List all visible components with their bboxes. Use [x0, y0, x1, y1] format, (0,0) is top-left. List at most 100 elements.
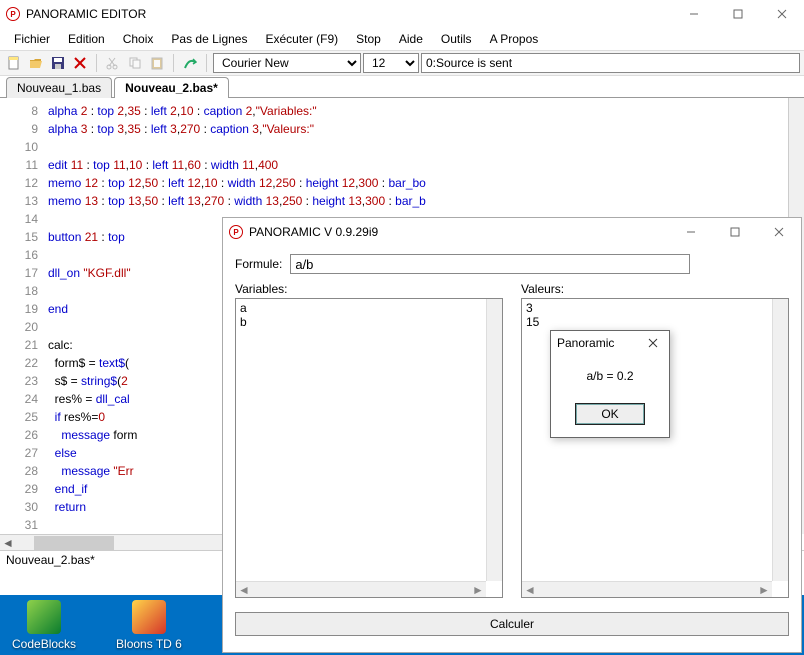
paste-icon[interactable] — [147, 53, 167, 73]
font-size-select[interactable]: 12 — [363, 53, 419, 73]
ok-button[interactable]: OK — [575, 403, 645, 425]
minimize-button[interactable] — [669, 218, 713, 246]
line-number: 8 — [0, 102, 48, 120]
editor-title: PANORAMIC EDITOR — [26, 7, 146, 21]
line-number: 20 — [0, 318, 48, 336]
new-file-icon[interactable] — [4, 53, 24, 73]
memo-line: b — [240, 315, 498, 329]
menubar: FichierEditionChoixPas de LignesExécuter… — [0, 28, 804, 50]
toolbar-separator — [173, 54, 174, 72]
scroll-thumb[interactable] — [34, 536, 114, 550]
menu-edition[interactable]: Edition — [60, 30, 113, 48]
desktop-icon-bloons-td-6[interactable]: Bloons TD 6 — [116, 600, 182, 651]
line-number: 14 — [0, 210, 48, 228]
desktop-icon-codeblocks[interactable]: CodeBlocks — [12, 600, 76, 651]
menu-ex-cuter-f9-[interactable]: Exécuter (F9) — [257, 30, 346, 48]
toolbar: Courier New 12 — [0, 50, 804, 76]
maximize-button[interactable] — [716, 0, 760, 28]
line-number: 11 — [0, 156, 48, 174]
horizontal-scrollbar[interactable]: ◄► — [236, 581, 486, 597]
line-number: 28 — [0, 462, 48, 480]
valeurs-label: Valeurs: — [521, 280, 789, 298]
memo-line: 3 — [526, 301, 784, 315]
line-number: 15 — [0, 228, 48, 246]
app-icon: P — [229, 225, 243, 239]
desktop-icon-label: CodeBlocks — [12, 637, 76, 651]
line-number: 30 — [0, 498, 48, 516]
runtime-titlebar: P PANORAMIC V 0.9.29i9 — [223, 218, 801, 246]
file-tabs: Nouveau_1.basNouveau_2.bas* — [0, 76, 804, 98]
menu-outils[interactable]: Outils — [433, 30, 480, 48]
runtime-window: P PANORAMIC V 0.9.29i9 Formule: Variable… — [222, 217, 802, 653]
app-icon — [27, 600, 61, 634]
vertical-scrollbar[interactable] — [772, 299, 788, 581]
close-button[interactable] — [760, 0, 804, 28]
line-number: 18 — [0, 282, 48, 300]
line-number: 22 — [0, 354, 48, 372]
desktop-icon-label: Bloons TD 6 — [116, 637, 182, 651]
run-icon[interactable] — [180, 53, 200, 73]
line-number: 17 — [0, 264, 48, 282]
line-number: 10 — [0, 138, 48, 156]
line-number: 27 — [0, 444, 48, 462]
menu-aide[interactable]: Aide — [391, 30, 431, 48]
app-icon — [132, 600, 166, 634]
memo-line: 15 — [526, 315, 784, 329]
code-line[interactable] — [48, 138, 804, 156]
horizontal-scrollbar[interactable]: ◄► — [522, 581, 772, 597]
editor-titlebar: P PANORAMIC EDITOR — [0, 0, 804, 28]
tab-nouveau-1-bas[interactable]: Nouveau_1.bas — [6, 77, 112, 98]
scroll-left-icon[interactable]: ◄ — [522, 582, 538, 598]
line-number: 21 — [0, 336, 48, 354]
line-number: 13 — [0, 192, 48, 210]
calculer-button[interactable]: Calculer — [235, 612, 789, 636]
formule-label: Formule: — [235, 255, 282, 273]
code-line[interactable]: memo 12 : top 12,50 : left 12,10 : width… — [48, 174, 804, 192]
messagebox-text: a/b = 0.2 — [551, 355, 669, 397]
minimize-button[interactable] — [672, 0, 716, 28]
line-number: 31 — [0, 516, 48, 534]
messagebox: Panoramic a/b = 0.2 OK — [550, 330, 670, 438]
tab-nouveau-2-bas-[interactable]: Nouveau_2.bas* — [114, 77, 229, 98]
messagebox-title: Panoramic — [557, 336, 614, 350]
line-number: 24 — [0, 390, 48, 408]
delete-icon[interactable] — [70, 53, 90, 73]
formule-input[interactable] — [290, 254, 690, 274]
variables-label: Variables: — [235, 280, 503, 298]
runtime-title: PANORAMIC V 0.9.29i9 — [249, 225, 378, 239]
maximize-button[interactable] — [713, 218, 757, 246]
copy-icon[interactable] — [125, 53, 145, 73]
cut-icon[interactable] — [103, 53, 123, 73]
code-line[interactable]: edit 11 : top 11,10 : left 11,60 : width… — [48, 156, 804, 174]
line-number: 16 — [0, 246, 48, 264]
vertical-scrollbar[interactable] — [486, 299, 502, 581]
menu-a-propos[interactable]: A Propos — [482, 30, 547, 48]
font-name-select[interactable]: Courier New — [213, 53, 361, 73]
scroll-right-icon[interactable]: ► — [470, 582, 486, 598]
close-button[interactable] — [757, 218, 801, 246]
line-number: 29 — [0, 480, 48, 498]
scroll-left-icon[interactable]: ◄ — [236, 582, 252, 598]
line-number: 9 — [0, 120, 48, 138]
menu-choix[interactable]: Choix — [115, 30, 162, 48]
menu-stop[interactable]: Stop — [348, 30, 389, 48]
code-line[interactable]: memo 13 : top 13,50 : left 13,270 : widt… — [48, 192, 804, 210]
variables-memo[interactable]: ab ◄► — [235, 298, 503, 598]
memo-line: a — [240, 301, 498, 315]
save-file-icon[interactable] — [48, 53, 68, 73]
status-message-field[interactable] — [421, 53, 800, 73]
scroll-left-icon[interactable]: ◄ — [0, 535, 16, 550]
close-icon[interactable] — [643, 333, 663, 353]
line-number: 19 — [0, 300, 48, 318]
code-line[interactable]: alpha 2 : top 2,35 : left 2,10 : caption… — [48, 102, 804, 120]
line-number: 12 — [0, 174, 48, 192]
menu-pas-de-lignes[interactable]: Pas de Lignes — [163, 30, 255, 48]
scroll-right-icon[interactable]: ► — [756, 582, 772, 598]
open-file-icon[interactable] — [26, 53, 46, 73]
line-number: 23 — [0, 372, 48, 390]
menu-fichier[interactable]: Fichier — [6, 30, 58, 48]
app-icon: P — [6, 7, 20, 21]
code-line[interactable]: alpha 3 : top 3,35 : left 3,270 : captio… — [48, 120, 804, 138]
line-number: 25 — [0, 408, 48, 426]
line-number: 26 — [0, 426, 48, 444]
